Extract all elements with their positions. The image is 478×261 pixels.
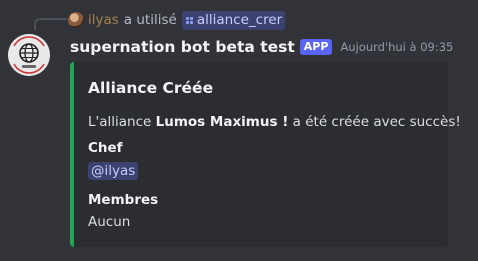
slash-command-pill[interactable]: alliance_crer bbox=[181, 10, 286, 30]
field-chef-name: Chef bbox=[88, 140, 123, 156]
field-members-name: Membres bbox=[88, 192, 159, 208]
reply-user-avatar[interactable] bbox=[68, 12, 84, 28]
bot-avatar[interactable] bbox=[8, 34, 50, 76]
embed-description-suffix: a été créée avec succès! bbox=[292, 114, 461, 130]
embed-title: Alliance Créée bbox=[88, 79, 214, 97]
message-timestamp[interactable]: Aujourd'hui à 09:35 bbox=[340, 40, 453, 54]
reply-context[interactable]: ilyas a utilisé alliance_crer bbox=[68, 10, 286, 30]
embed-description: L'alliance Lumos Maximus ! a été créée a… bbox=[88, 114, 461, 130]
user-mention[interactable]: @ilyas bbox=[88, 162, 139, 180]
alliance-name: Lumos Maximus ! bbox=[155, 114, 289, 130]
reply-connector bbox=[34, 18, 67, 30]
reply-username[interactable]: ilyas bbox=[88, 12, 119, 28]
app-badge: APP bbox=[299, 39, 333, 55]
slash-command-name: alliance_crer bbox=[196, 12, 283, 28]
bot-username[interactable]: supernation bot beta test bbox=[70, 38, 295, 56]
slash-command-icon bbox=[185, 16, 193, 24]
field-chef-value: @ilyas bbox=[88, 162, 139, 180]
embed-card: Alliance Créée L'alliance Lumos Maximus … bbox=[70, 62, 461, 247]
field-members-value: Aucun bbox=[88, 214, 131, 230]
embed-description-prefix: L'alliance bbox=[88, 114, 152, 130]
reply-verb-text: a utilisé bbox=[123, 12, 177, 28]
globe-icon bbox=[8, 34, 50, 76]
message-header: supernation bot beta test APP Aujourd'hu… bbox=[70, 36, 453, 58]
